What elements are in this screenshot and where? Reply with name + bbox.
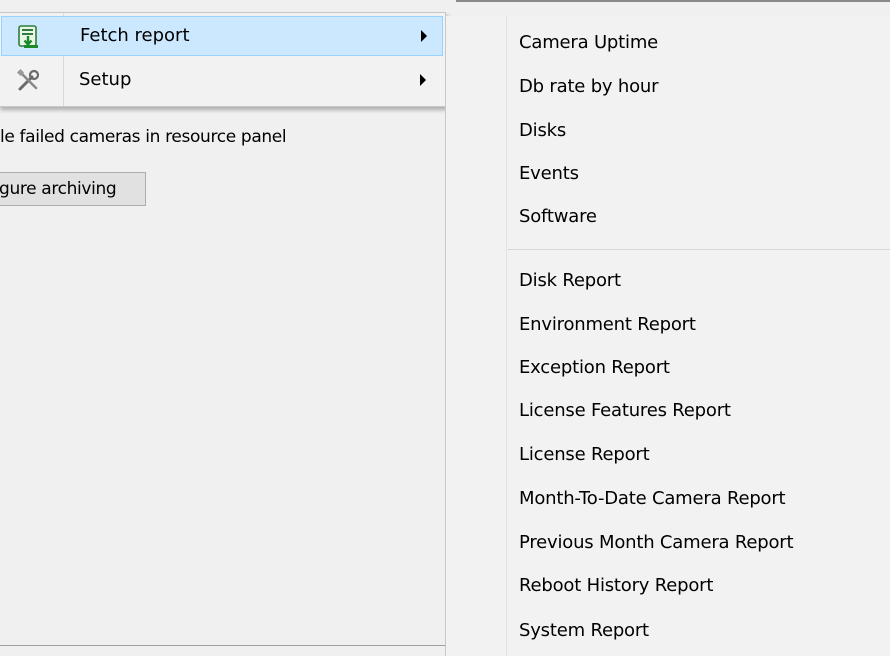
submenu-item-license-features-report[interactable]: License Features Report: [519, 396, 731, 426]
submenu-item-month-to-date-camera-report[interactable]: Month-To-Date Camera Report: [519, 484, 786, 514]
submenu-item-license-report[interactable]: License Report: [519, 440, 650, 470]
menu-item-label: Setup: [79, 69, 132, 90]
submenu-item-camera-uptime[interactable]: Camera Uptime: [519, 28, 658, 58]
submenu-icon-column-separator: [506, 16, 507, 656]
submenu-item-environment-report[interactable]: Environment Report: [519, 310, 696, 340]
submenu-item-software[interactable]: Software: [519, 202, 597, 232]
fetch-report-submenu: Camera Uptime Db rate by hour Disks Even…: [445, 16, 890, 656]
submenu-item-reboot-history-report[interactable]: Reboot History Report: [519, 571, 713, 601]
background-window-edge: [456, 0, 890, 2]
menu-item-setup[interactable]: Setup: [1, 61, 443, 101]
submenu-item-previous-month-camera-report[interactable]: Previous Month Camera Report: [519, 528, 794, 558]
submenu-separator: [508, 249, 890, 250]
submenu-item-exception-report[interactable]: Exception Report: [519, 353, 670, 383]
submenu-item-disks[interactable]: Disks: [519, 116, 566, 146]
submenu-item-disk-report[interactable]: Disk Report: [519, 266, 621, 296]
submenu-item-system-report[interactable]: System Report: [519, 616, 649, 646]
submenu-arrow-icon: [420, 74, 426, 86]
divider: [0, 645, 520, 646]
submenu-arrow-icon: [421, 30, 427, 42]
fetch-report-icon: [16, 24, 42, 50]
context-menu: Fetch report Setup: [0, 12, 446, 107]
submenu-item-events[interactable]: Events: [519, 159, 579, 189]
menu-item-label: Fetch report: [80, 25, 190, 46]
configure-archiving-button[interactable]: gure archiving: [0, 172, 146, 206]
setup-tools-icon: [15, 68, 41, 94]
menu-item-fetch-report[interactable]: Fetch report: [1, 16, 443, 56]
failed-cameras-checkbox-label[interactable]: le failed cameras in resource panel: [0, 127, 287, 147]
submenu-item-db-rate-by-hour[interactable]: Db rate by hour: [519, 72, 659, 102]
